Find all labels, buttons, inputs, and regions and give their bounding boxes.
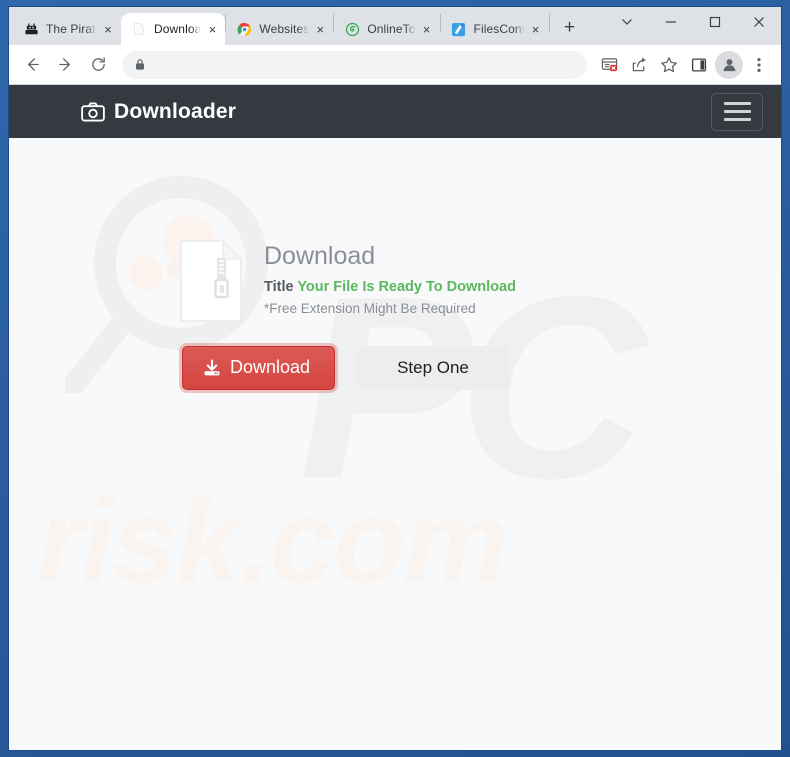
download-panel: Download Title Your File Is Ready To Dow… bbox=[180, 236, 610, 390]
chrome-icon bbox=[236, 21, 252, 37]
tab-close-icon[interactable]: × bbox=[418, 20, 436, 38]
hamburger-bar bbox=[723, 102, 751, 105]
browser-tab-onlineto[interactable]: OnlineTo × bbox=[334, 13, 439, 45]
close-window-button[interactable] bbox=[737, 7, 781, 37]
download-arrow-icon bbox=[203, 358, 221, 377]
download-panel-top: Download Title Your File Is Ready To Dow… bbox=[180, 236, 610, 322]
document-icon bbox=[131, 21, 147, 37]
window-controls bbox=[605, 7, 781, 45]
site-navbar: Downloader bbox=[9, 85, 781, 138]
hamburger-icon[interactable] bbox=[711, 92, 763, 131]
watermark-layer: PC risk.com bbox=[9, 138, 781, 750]
address-bar[interactable] bbox=[122, 50, 587, 79]
step-one-button[interactable]: Step One bbox=[357, 346, 509, 390]
download-button-label: Download bbox=[230, 357, 311, 377]
three-dot-menu-icon[interactable] bbox=[745, 51, 773, 79]
hamburger-bar bbox=[723, 118, 751, 121]
browser-tab-the-pirate[interactable]: The Pirate × bbox=[13, 13, 121, 45]
tab-title: Downloa bbox=[154, 22, 202, 36]
download-panel-text: Download Title Your File Is Ready To Dow… bbox=[264, 236, 516, 318]
file-ready-text: Your File Is Ready To Download bbox=[297, 279, 516, 295]
toolbar-actions bbox=[593, 50, 773, 79]
back-button[interactable] bbox=[17, 50, 47, 80]
tab-title: Websites bbox=[259, 22, 310, 36]
popup-blocked-icon[interactable] bbox=[595, 51, 623, 79]
pirate-ship-icon bbox=[23, 21, 39, 37]
site-brand[interactable]: Downloader bbox=[81, 100, 236, 124]
profile-avatar-icon[interactable] bbox=[715, 50, 743, 79]
tab-close-icon[interactable]: × bbox=[203, 20, 221, 38]
download-panel-buttons: Download Step One bbox=[180, 346, 610, 390]
camera-icon bbox=[81, 101, 105, 122]
title-label: Title bbox=[264, 279, 294, 295]
site-brand-label: Downloader bbox=[114, 99, 237, 123]
page-viewport: Downloader PC r bbox=[9, 85, 781, 750]
maximize-button[interactable] bbox=[693, 7, 737, 37]
tab-title: OnlineTo bbox=[367, 22, 416, 36]
file-ready-line: Title Your File Is Ready To Download bbox=[264, 278, 516, 296]
tab-close-icon[interactable]: × bbox=[311, 20, 329, 38]
bookmark-star-icon[interactable] bbox=[655, 51, 683, 79]
minimize-button[interactable] bbox=[649, 7, 693, 37]
tab-title: The Pirate bbox=[46, 22, 97, 36]
share-icon[interactable] bbox=[625, 51, 653, 79]
tab-close-icon[interactable]: × bbox=[527, 20, 545, 38]
tab-strip: The Pirate × Downloa × Websites × Online… bbox=[9, 7, 781, 45]
browser-tab-websites[interactable]: Websites × bbox=[226, 13, 333, 45]
browser-toolbar bbox=[9, 45, 781, 85]
new-tab-button[interactable]: + bbox=[556, 14, 584, 42]
browser-window: The Pirate × Downloa × Websites × Online… bbox=[8, 6, 782, 751]
tab-close-icon[interactable]: × bbox=[99, 20, 117, 38]
hamburger-bar bbox=[723, 110, 751, 113]
lock-icon bbox=[134, 58, 146, 71]
download-heading: Download bbox=[264, 242, 376, 270]
browser-tab-filesconv[interactable]: FilesConv × bbox=[441, 13, 549, 45]
forward-button[interactable] bbox=[50, 50, 80, 80]
browser-tab-downloader[interactable]: Downloa × bbox=[121, 13, 226, 45]
tab-divider bbox=[548, 14, 550, 32]
download-button[interactable]: Download bbox=[182, 346, 336, 390]
blue-arrow-icon bbox=[451, 21, 467, 37]
tab-search-button[interactable] bbox=[605, 7, 649, 37]
side-panel-icon[interactable] bbox=[685, 51, 713, 79]
reload-button[interactable] bbox=[83, 50, 113, 80]
spiral-green-icon bbox=[344, 21, 360, 37]
risk-watermark-text: risk.com bbox=[37, 476, 508, 608]
extension-note: *Free Extension Might Be Required bbox=[264, 301, 476, 317]
step-one-label: Step One bbox=[397, 358, 469, 377]
zip-file-icon bbox=[180, 239, 243, 322]
tab-title: FilesConv bbox=[473, 22, 525, 36]
